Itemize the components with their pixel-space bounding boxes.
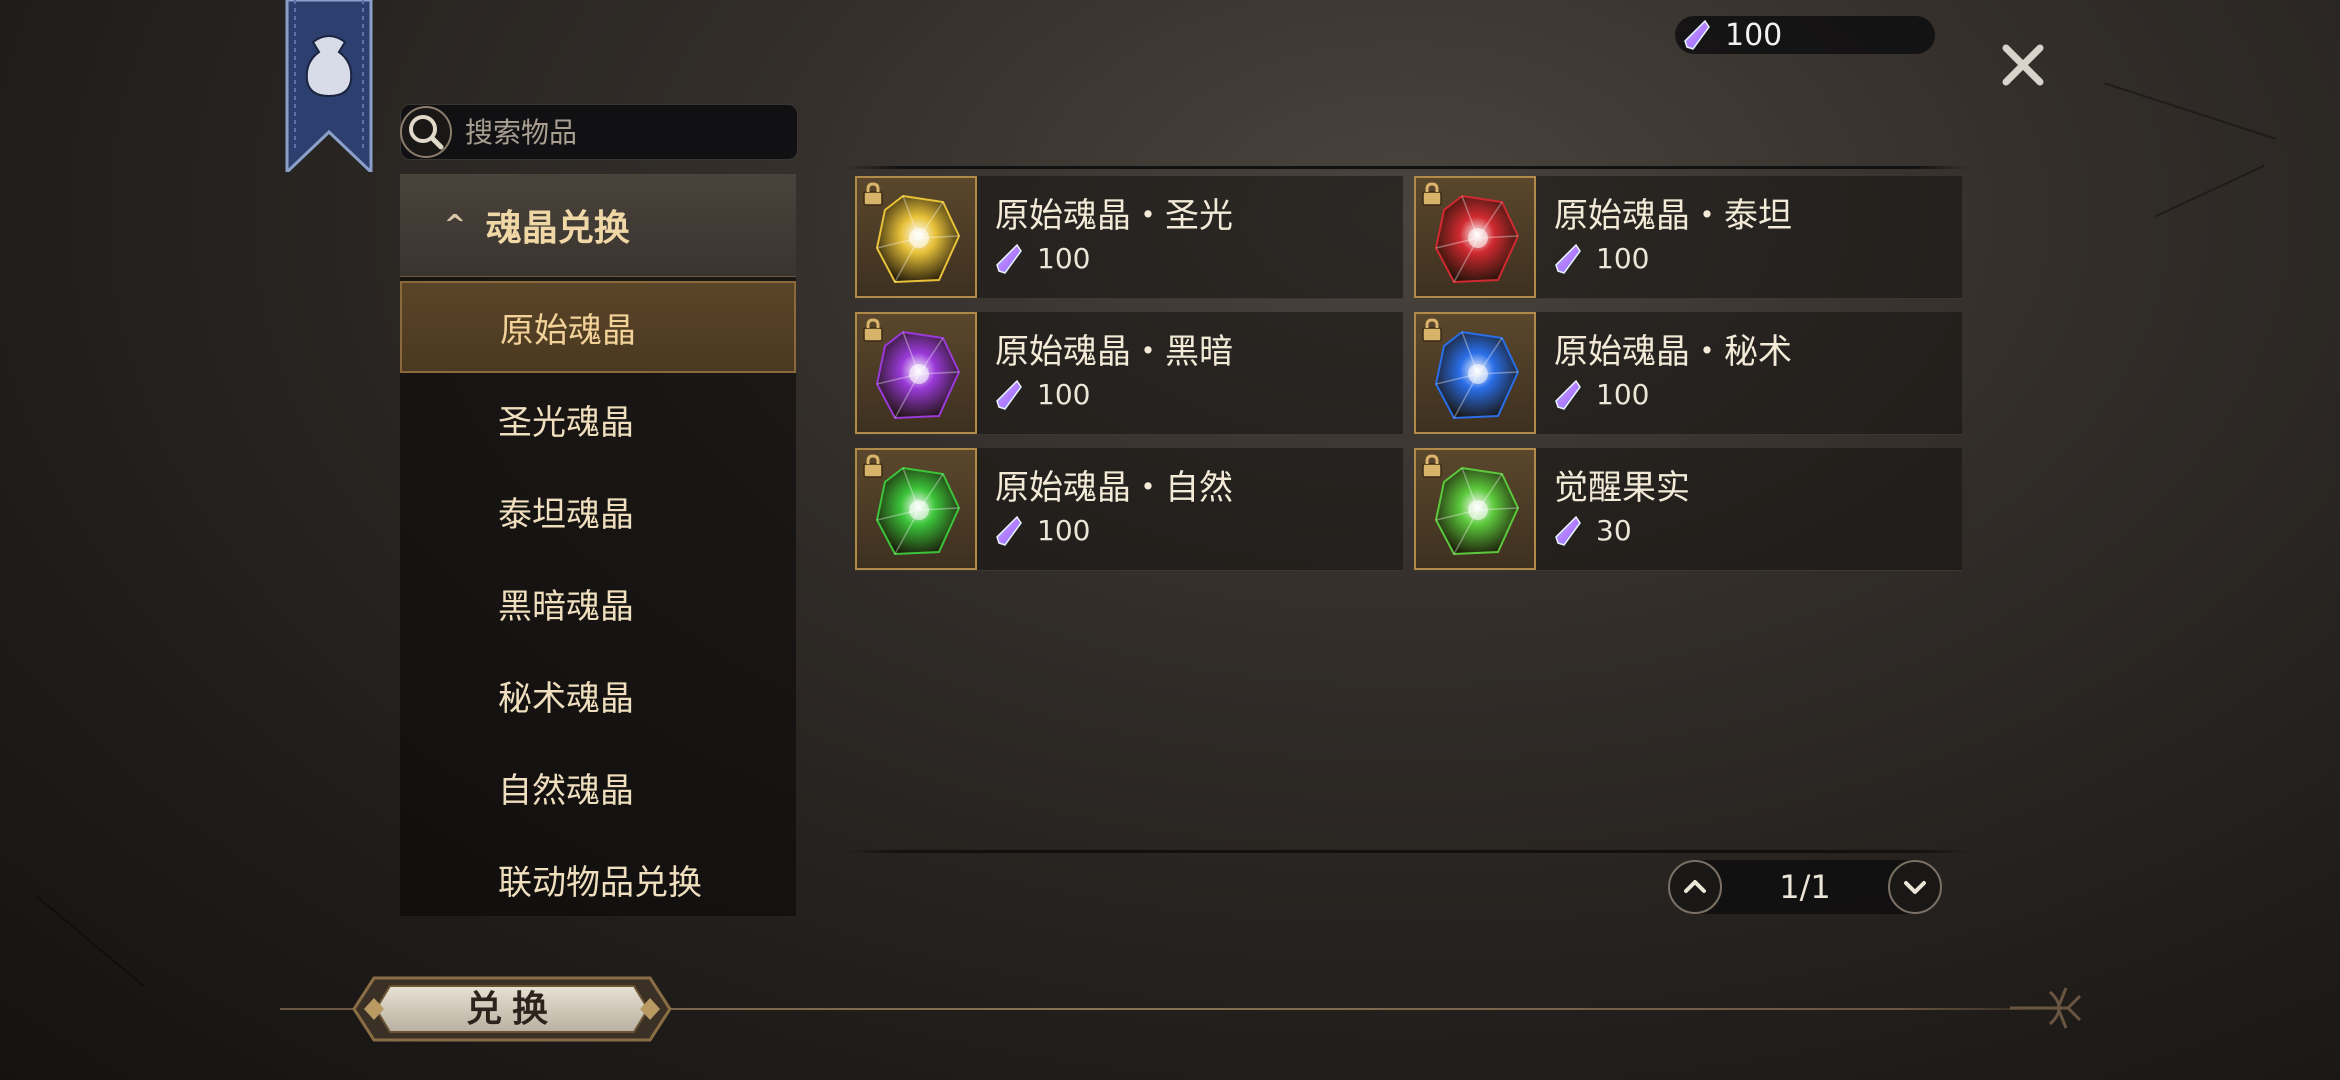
item-thumbnail — [855, 176, 977, 298]
item-card[interactable]: 觉醒果实 30 — [1414, 448, 1962, 571]
search-icon[interactable] — [399, 105, 453, 159]
search-input[interactable] — [463, 114, 787, 150]
item-name: 原始魂晶・圣光 — [995, 196, 1233, 236]
bag-banner-icon — [285, 0, 373, 176]
close-button[interactable] — [2000, 42, 2046, 88]
item-thumbnail — [1414, 312, 1536, 434]
soul-gem-icon — [1684, 19, 1710, 50]
lock-icon — [863, 182, 883, 206]
item-thumbnail — [855, 448, 977, 570]
sidebar-item-nature[interactable]: 自然魂晶 — [400, 741, 796, 833]
lock-icon — [863, 318, 883, 342]
sidebar-item-label: 黑暗魂晶 — [498, 586, 634, 627]
pagination: 1/1 — [1668, 860, 1942, 914]
soul-gem-icon — [1555, 243, 1581, 274]
item-card[interactable]: 原始魂晶・圣光 100 — [855, 176, 1403, 299]
item-name: 原始魂晶・秘术 — [1554, 332, 1792, 372]
item-name: 原始魂晶・泰坦 — [1554, 196, 1792, 236]
nature-crystal-icon — [875, 466, 961, 556]
sidebar-item-primal[interactable]: 原始魂晶 — [400, 281, 796, 373]
sidebar-item-holy[interactable]: 圣光魂晶 — [400, 373, 796, 465]
page-down-button[interactable] — [1888, 860, 1942, 914]
background-crack — [35, 895, 145, 987]
sidebar-item-label: 联动物品兑换 — [498, 862, 702, 903]
lock-icon — [863, 454, 883, 478]
category-header[interactable]: ^ 魂晶兑换 — [400, 174, 796, 277]
item-card[interactable]: 原始魂晶・秘术 100 — [1414, 312, 1962, 435]
page-up-button[interactable] — [1668, 860, 1722, 914]
sidebar-item-label: 圣光魂晶 — [498, 402, 634, 443]
currency-display: 100 — [1675, 16, 1935, 54]
item-price: 100 — [995, 514, 1090, 547]
soul-gem-icon — [1555, 379, 1581, 410]
lock-icon — [1422, 318, 1442, 342]
category-header-label: 魂晶兑换 — [485, 208, 630, 249]
item-card[interactable]: 原始魂晶・自然 100 — [855, 448, 1403, 571]
item-price-value: 100 — [1596, 378, 1650, 411]
background-crack — [2104, 82, 2276, 140]
item-thumbnail — [1414, 176, 1536, 298]
sidebar-item-label: 原始魂晶 — [500, 310, 636, 351]
currency-value: 100 — [1725, 17, 1783, 53]
close-icon — [2002, 44, 2044, 86]
item-price-value: 100 — [1037, 514, 1091, 547]
chevron-up-icon — [1684, 880, 1706, 893]
sidebar-item-titan[interactable]: 泰坦魂晶 — [400, 465, 796, 557]
holy-crystal-icon — [875, 194, 961, 284]
exchange-button[interactable]: 兑换 — [350, 974, 674, 1044]
chevron-up-icon: ^ — [444, 210, 466, 240]
titan-crystal-icon — [1434, 194, 1520, 284]
corner-ornament-icon — [2010, 987, 2082, 1029]
item-name: 觉醒果实 — [1554, 468, 1690, 508]
lock-icon — [1422, 182, 1442, 206]
item-thumbnail — [855, 312, 977, 434]
item-card[interactable]: 原始魂晶・泰坦 100 — [1414, 176, 1962, 299]
sidebar-item-label: 自然魂晶 — [498, 770, 634, 811]
dark-crystal-icon — [875, 330, 961, 420]
chevron-down-icon — [1904, 881, 1926, 894]
sidebar-item-collab[interactable]: 联动物品兑换 — [400, 833, 796, 925]
item-price: 100 — [995, 242, 1090, 275]
awakening-fruit-icon — [1434, 466, 1520, 556]
background-crack — [2155, 164, 2265, 218]
item-price: 30 — [1554, 514, 1632, 547]
sidebar-item-arcane[interactable]: 秘术魂晶 — [400, 649, 796, 741]
list-top-divider — [845, 166, 1970, 169]
list-bottom-divider — [845, 850, 1970, 853]
category-sidebar: ^ 魂晶兑换 原始魂晶 圣光魂晶 泰坦魂晶 黑暗魂晶 秘术魂晶 自然魂晶 联动物… — [400, 174, 796, 916]
soul-gem-icon — [996, 243, 1022, 274]
bag-banner — [283, 0, 375, 176]
item-price: 100 — [995, 378, 1090, 411]
item-price-value: 30 — [1596, 514, 1632, 547]
soul-gem-icon — [996, 515, 1022, 546]
item-card[interactable]: 原始魂晶・黑暗 100 — [855, 312, 1403, 435]
item-price: 100 — [1554, 378, 1649, 411]
item-price: 100 — [1554, 242, 1649, 275]
sidebar-item-label: 秘术魂晶 — [498, 678, 634, 719]
item-price-value: 100 — [1037, 378, 1091, 411]
soul-gem-icon — [1555, 515, 1581, 546]
item-thumbnail — [1414, 448, 1536, 570]
sidebar-item-label: 泰坦魂晶 — [498, 494, 634, 535]
soul-gem-icon — [996, 379, 1022, 410]
lock-icon — [1422, 454, 1442, 478]
item-name: 原始魂晶・黑暗 — [995, 332, 1233, 372]
item-price-value: 100 — [1037, 242, 1091, 275]
exchange-button-label: 兑换 — [465, 988, 558, 1030]
sidebar-item-dark[interactable]: 黑暗魂晶 — [400, 557, 796, 649]
item-name: 原始魂晶・自然 — [995, 468, 1233, 508]
search-bar — [400, 104, 798, 160]
arcane-crystal-icon — [1434, 330, 1520, 420]
item-price-value: 100 — [1596, 242, 1650, 275]
